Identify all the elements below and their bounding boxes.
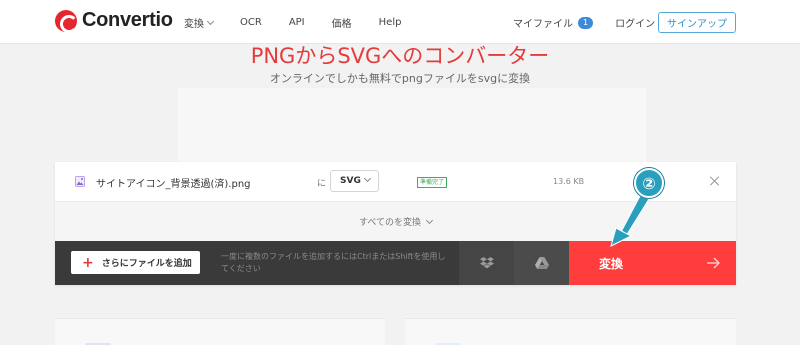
convert-button-label: 変換	[599, 256, 624, 271]
info-panel-left	[55, 318, 385, 345]
step-number-badge: ②	[634, 168, 664, 198]
convert-button[interactable]: 変換	[569, 241, 736, 285]
convertio-logo[interactable]: Convertio	[55, 9, 173, 33]
page-title: PNGからSVGへのコンバーター	[250, 44, 550, 68]
close-icon[interactable]	[709, 175, 721, 187]
account-nav: マイファイル 1 ログイン	[513, 15, 655, 30]
google-drive-icon	[534, 257, 549, 269]
status-badge: 準備完了	[417, 177, 448, 188]
nav-item-pricing[interactable]: 価格	[332, 15, 352, 30]
convert-all-toggle[interactable]: すべてのを変換	[55, 202, 736, 241]
convert-all-label: すべてのを変換	[358, 218, 421, 228]
arrow-right-icon	[707, 257, 720, 269]
nav-item-help[interactable]: Help	[379, 15, 402, 30]
action-bar: + さらにファイルを追加 一度に複数のファイルを追加するにはCtrlまたはShi…	[55, 241, 736, 285]
chevron-down-icon	[425, 216, 434, 224]
file-size: 13.6 KB	[553, 177, 585, 186]
chevron-down-icon	[206, 17, 215, 25]
convertio-logo-icon	[55, 9, 78, 33]
chevron-down-icon	[363, 174, 372, 183]
dropbox-icon	[479, 257, 494, 269]
image-file-icon	[75, 176, 85, 187]
logo-text: Convertio	[82, 9, 173, 31]
dropbox-button[interactable]	[459, 241, 514, 285]
output-format-value: SVG	[340, 176, 361, 186]
file-name: サイトアイコン_背景透過(済).png	[96, 179, 251, 190]
signup-button[interactable]: サインアップ	[658, 12, 736, 33]
add-more-files-label: さらにファイルを追加	[101, 259, 192, 269]
output-format-select[interactable]: SVG	[330, 170, 379, 192]
my-files-label: マイファイル	[513, 19, 573, 30]
my-files-link[interactable]: マイファイル 1	[513, 15, 594, 30]
nav-item-api[interactable]: API	[289, 15, 305, 30]
nav-item-label: 変換	[184, 19, 204, 30]
multi-select-hint: 一度に複数のファイルを追加するにはCtrlまたはShiftを使用してください	[221, 252, 446, 273]
nav-item-ocr[interactable]: OCR	[240, 15, 262, 30]
info-panel-right	[405, 318, 736, 345]
add-more-files-button[interactable]: + さらにファイルを追加	[71, 251, 200, 274]
top-navigation-bar: Convertio 変換 OCR API 価格 Help マイファイル 1 ログ…	[0, 0, 800, 44]
my-files-count-badge: 1	[578, 16, 594, 29]
login-link[interactable]: ログイン	[615, 15, 655, 30]
google-drive-button[interactable]	[514, 241, 569, 285]
nav-item-convert[interactable]: 変換	[184, 15, 215, 30]
hero-background-panel	[178, 88, 646, 162]
page-subtitle: オンラインでしかも無料でpngファイルをsvgに変換	[269, 72, 531, 85]
to-label: に	[317, 179, 327, 189]
plus-icon: +	[82, 254, 94, 271]
main-nav: 変換 OCR API 価格 Help	[184, 15, 428, 30]
